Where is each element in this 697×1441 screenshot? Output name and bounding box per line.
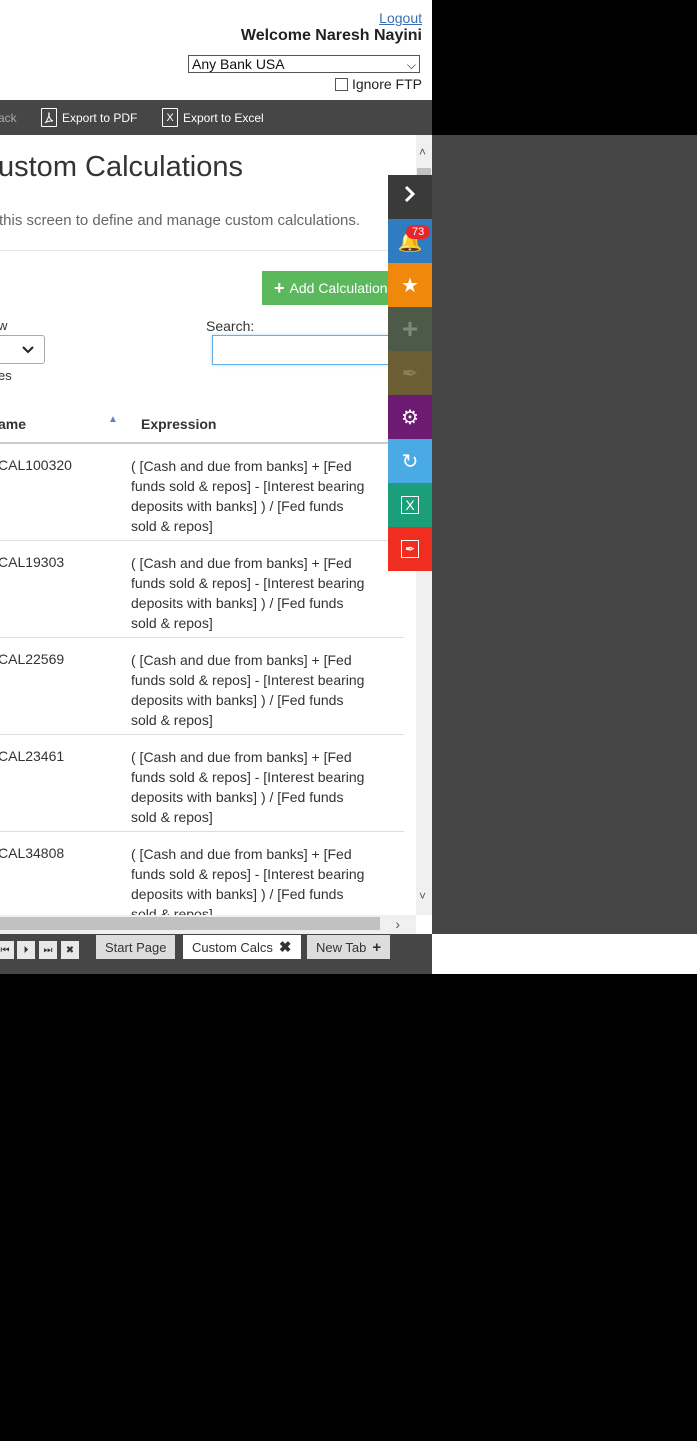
- edit-button[interactable]: ✒: [388, 351, 432, 395]
- chevron-right-icon: [403, 185, 417, 209]
- add-calculation-label: Add Calculation: [289, 280, 388, 296]
- welcome-text: Welcome Naresh Nayini: [240, 27, 422, 44]
- close-all-icon[interactable]: ✖: [61, 941, 79, 959]
- table-row[interactable]: CAL19303 ( [Cash and due from banks] + […: [0, 541, 404, 638]
- page-length-select[interactable]: [0, 335, 45, 364]
- search-input[interactable]: [212, 335, 402, 365]
- export-pdf-label: Export to PDF: [62, 110, 138, 125]
- tab-custom-calcs[interactable]: Custom Calcs ✖: [183, 935, 301, 959]
- entries-label: es: [0, 368, 12, 383]
- ignore-ftp-checkbox[interactable]: Ignore FTP: [334, 76, 422, 92]
- checkbox-box[interactable]: [334, 77, 348, 91]
- collapse-panel-button[interactable]: [388, 175, 432, 219]
- table-row[interactable]: CAL34808 ( [Cash and due from banks] + […: [0, 832, 404, 915]
- close-icon[interactable]: ✖: [279, 938, 292, 956]
- settings-button[interactable]: ⚙: [388, 395, 432, 439]
- dark-background-pane: [432, 135, 697, 934]
- excel-icon: X: [162, 108, 178, 127]
- calc-name[interactable]: CAL100320: [0, 457, 72, 473]
- last-tab-icon[interactable]: ⏭: [39, 941, 57, 959]
- page-intro: this screen to define and manage custom …: [0, 212, 361, 229]
- notifications-button[interactable]: 🔔 73: [388, 219, 432, 263]
- calc-expression: ( [Cash and due from banks] + [Fed funds…: [131, 555, 365, 631]
- chevron-right-icon[interactable]: ›: [395, 916, 400, 932]
- calc-name[interactable]: CAL22569: [0, 651, 64, 667]
- tab-start-page[interactable]: Start Page: [96, 935, 176, 959]
- calc-name[interactable]: CAL23461: [0, 748, 64, 764]
- calc-expression: ( [Cash and due from banks] + [Fed funds…: [131, 458, 365, 534]
- gear-icon: ⚙: [401, 406, 419, 429]
- chevron-down-icon: ⌵: [406, 58, 416, 72]
- refresh-icon: ↻: [401, 450, 419, 473]
- ignore-ftp-label: Ignore FTP: [351, 76, 422, 92]
- star-icon: ★: [401, 274, 419, 297]
- logout-link[interactable]: Logout: [379, 10, 422, 26]
- export-pdf-side-button[interactable]: ✒: [388, 527, 432, 571]
- table-row[interactable]: CAL23461 ( [Cash and due from banks] + […: [0, 735, 404, 832]
- tab-label: Start Page: [105, 939, 167, 955]
- first-tab-icon[interactable]: ⏮: [0, 941, 14, 959]
- chevron-up-icon[interactable]: ˄: [419, 145, 426, 159]
- feather-icon: ✒: [401, 362, 419, 385]
- pdf-icon: [41, 108, 57, 127]
- chevron-down-icon: [22, 341, 34, 357]
- export-excel-side-button[interactable]: X: [388, 483, 432, 527]
- favorites-button[interactable]: ★: [388, 263, 432, 307]
- calc-expression: ( [Cash and due from banks] + [Fed funds…: [131, 749, 365, 825]
- toolbar: ack Export to PDF X Export to Excel: [0, 100, 432, 135]
- calc-expression: ( [Cash and due from banks] + [Fed funds…: [131, 652, 365, 728]
- tab-new-tab[interactable]: New Tab +: [307, 935, 391, 959]
- column-header-name[interactable]: ame: [0, 405, 26, 443]
- app-page: Logout Welcome Naresh Nayini Any Bank US…: [0, 0, 432, 974]
- main-content: ustom Calculations this screen to define…: [0, 135, 416, 915]
- plus-icon: +: [274, 277, 285, 298]
- table-row[interactable]: CAL100320 ( [Cash and due from banks] + …: [0, 444, 404, 541]
- show-entries-label: w: [0, 318, 8, 333]
- tab-label: Custom Calcs: [192, 939, 273, 955]
- background-strip: [432, 934, 697, 974]
- excel-icon: X: [401, 496, 419, 514]
- refresh-button[interactable]: ↻: [388, 439, 432, 483]
- export-excel-label: Export to Excel: [183, 110, 264, 125]
- notification-count-badge: 73: [406, 225, 431, 239]
- chevron-down-icon[interactable]: ˅: [419, 889, 426, 903]
- column-header-expression[interactable]: Expression: [141, 405, 216, 443]
- add-button[interactable]: +: [388, 307, 432, 351]
- plus-icon[interactable]: +: [372, 939, 381, 956]
- export-pdf-button[interactable]: Export to PDF: [41, 100, 137, 135]
- table-row[interactable]: CAL22569 ( [Cash and due from banks] + […: [0, 638, 404, 735]
- sort-asc-icon[interactable]: ▲: [108, 414, 118, 425]
- page-title: ustom Calculations: [0, 151, 243, 183]
- calc-name[interactable]: CAL34808: [0, 845, 64, 861]
- back-button[interactable]: ack: [0, 100, 17, 135]
- horizontal-scrollbar[interactable]: ›: [0, 915, 416, 934]
- tab-bar: ⏮ ⏵ ⏭ ✖ Start Page Custom Calcs ✖ New Ta…: [0, 934, 432, 974]
- calc-name[interactable]: CAL19303: [0, 554, 64, 570]
- bank-select-value: Any Bank USA: [192, 56, 285, 72]
- bank-select[interactable]: Any Bank USA ⌵: [188, 55, 420, 73]
- pdf-icon: ✒: [400, 540, 420, 558]
- export-excel-button[interactable]: X Export to Excel: [162, 100, 264, 135]
- tab-label: New Tab: [316, 939, 367, 955]
- scroll-thumb[interactable]: [0, 917, 380, 930]
- calc-expression: ( [Cash and due from banks] + [Fed funds…: [131, 846, 365, 915]
- search-label: Search:: [206, 318, 255, 334]
- divider: [0, 250, 390, 251]
- add-calculation-button[interactable]: + Add Calculation: [262, 271, 402, 305]
- plus-icon: +: [401, 313, 419, 344]
- side-panel: 🔔 73 ★ + ✒ ⚙ ↻ X ✒: [388, 175, 432, 571]
- next-tab-icon[interactable]: ⏵: [17, 941, 35, 959]
- back-label: ack: [0, 110, 17, 125]
